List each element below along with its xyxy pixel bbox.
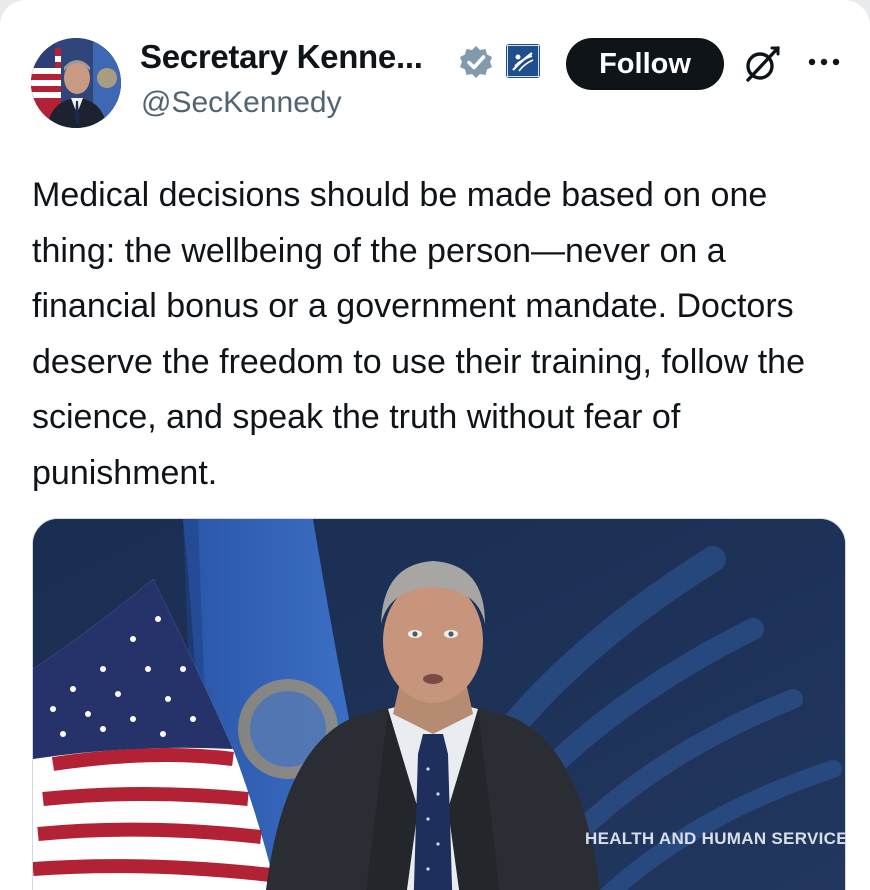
avatar[interactable] bbox=[31, 38, 121, 128]
follow-button[interactable]: Follow bbox=[566, 38, 724, 90]
grok-icon[interactable] bbox=[742, 44, 782, 84]
more-icon[interactable] bbox=[805, 52, 843, 72]
hhs-affiliate-icon[interactable] bbox=[506, 44, 540, 78]
backdrop-caption: HEALTH AND HUMAN SERVICES bbox=[585, 829, 846, 848]
post-text: Medical decisions should be made based o… bbox=[32, 176, 805, 492]
post-card[interactable]: Secretary Kenne... @SecKennedy Follow Me… bbox=[0, 0, 870, 890]
post-media-image[interactable]: HEALTH AND HUMAN SERVICES bbox=[32, 518, 846, 890]
author-handle[interactable]: @SecKennedy bbox=[141, 86, 342, 120]
verified-badge-icon[interactable] bbox=[458, 44, 494, 80]
display-name[interactable]: Secretary Kenne... bbox=[140, 38, 423, 76]
